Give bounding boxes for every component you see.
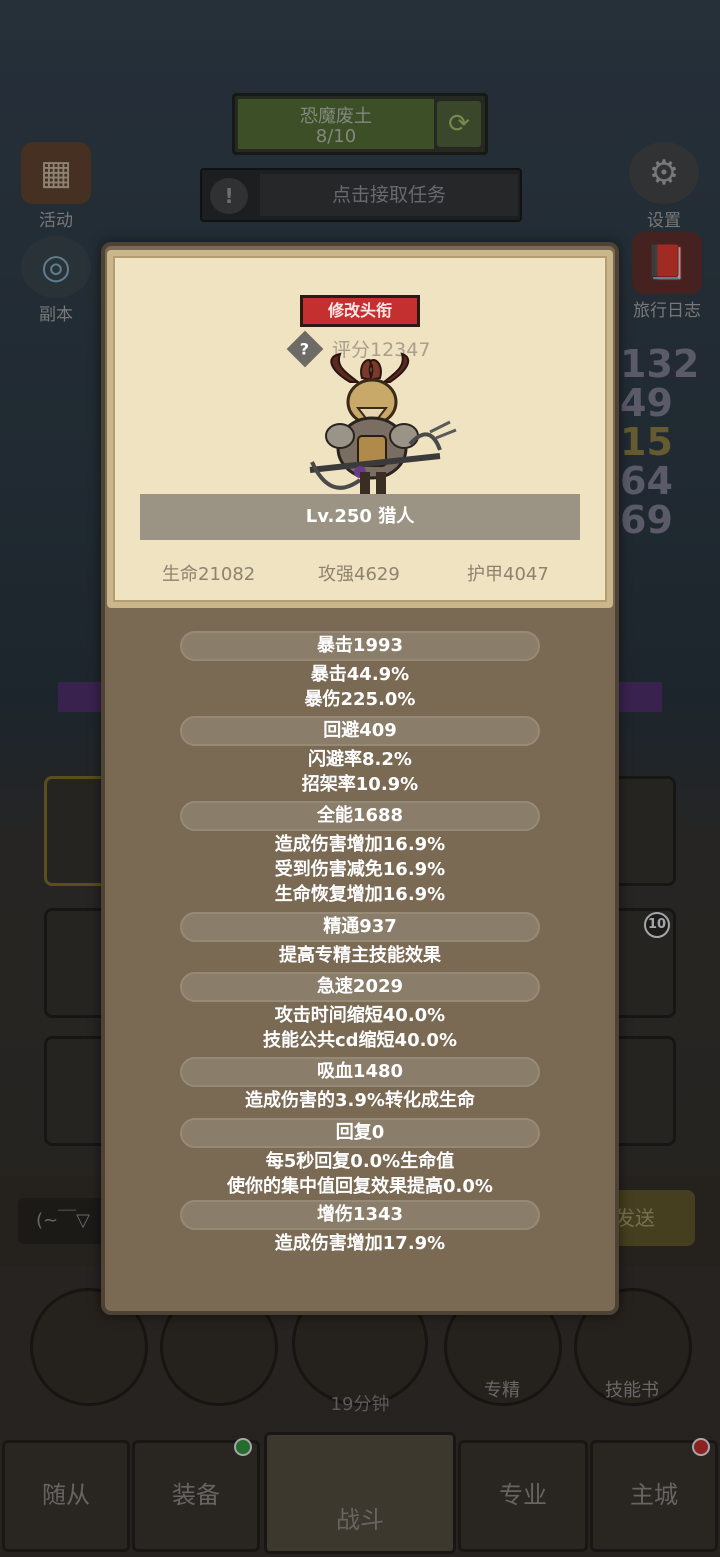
change-title-button[interactable]: 修改头衔 [300, 295, 420, 327]
stat-detail: 暴伤225.0% [304, 689, 416, 710]
stat-detail: 招架率10.9% [301, 774, 419, 795]
hero-attack-power: 攻强4629 [318, 564, 400, 585]
stat-header-versatility: 全能1688 [180, 801, 540, 831]
stat-detail: 每5秒回复0.0%生命值 [265, 1151, 455, 1172]
hero-hp: 生命21082 [162, 564, 256, 585]
hunter-portrait [309, 352, 457, 494]
stat-header-leech: 吸血1480 [180, 1057, 540, 1087]
stat-detail: 造成伤害增加16.9% [274, 834, 446, 855]
stat-detail: 提高专精主技能效果 [279, 945, 441, 966]
stat-detail: 受到伤害减免16.9% [274, 859, 446, 880]
stat-header-damage-bonus: 增伤1343 [180, 1200, 540, 1230]
stat-header-crit: 暴击1993 [180, 631, 540, 661]
stat-header-mastery: 精通937 [180, 912, 540, 942]
stat-detail: 暴击44.9% [310, 664, 410, 685]
stat-detail: 造成伤害的3.9%转化成生命 [245, 1090, 475, 1111]
stat-header-regen: 回复0 [180, 1118, 540, 1148]
stat-detail: 技能公共cd缩短40.0% [262, 1030, 457, 1051]
stat-detail: 闪避率8.2% [308, 749, 412, 770]
stat-header-haste: 急速2029 [180, 972, 540, 1002]
stat-detail: 造成伤害增加17.9% [274, 1233, 446, 1254]
stat-detail: 生命恢复增加16.9% [274, 884, 446, 905]
hero-armor: 护甲4047 [467, 564, 549, 585]
stat-detail: 攻击时间缩短40.0% [274, 1005, 446, 1026]
stat-header-avoidance: 回避409 [180, 716, 540, 746]
hero-level-class: Lv.250 猎人 [140, 494, 580, 540]
stat-detail: 使你的集中值回复效果提高0.0% [227, 1176, 493, 1197]
